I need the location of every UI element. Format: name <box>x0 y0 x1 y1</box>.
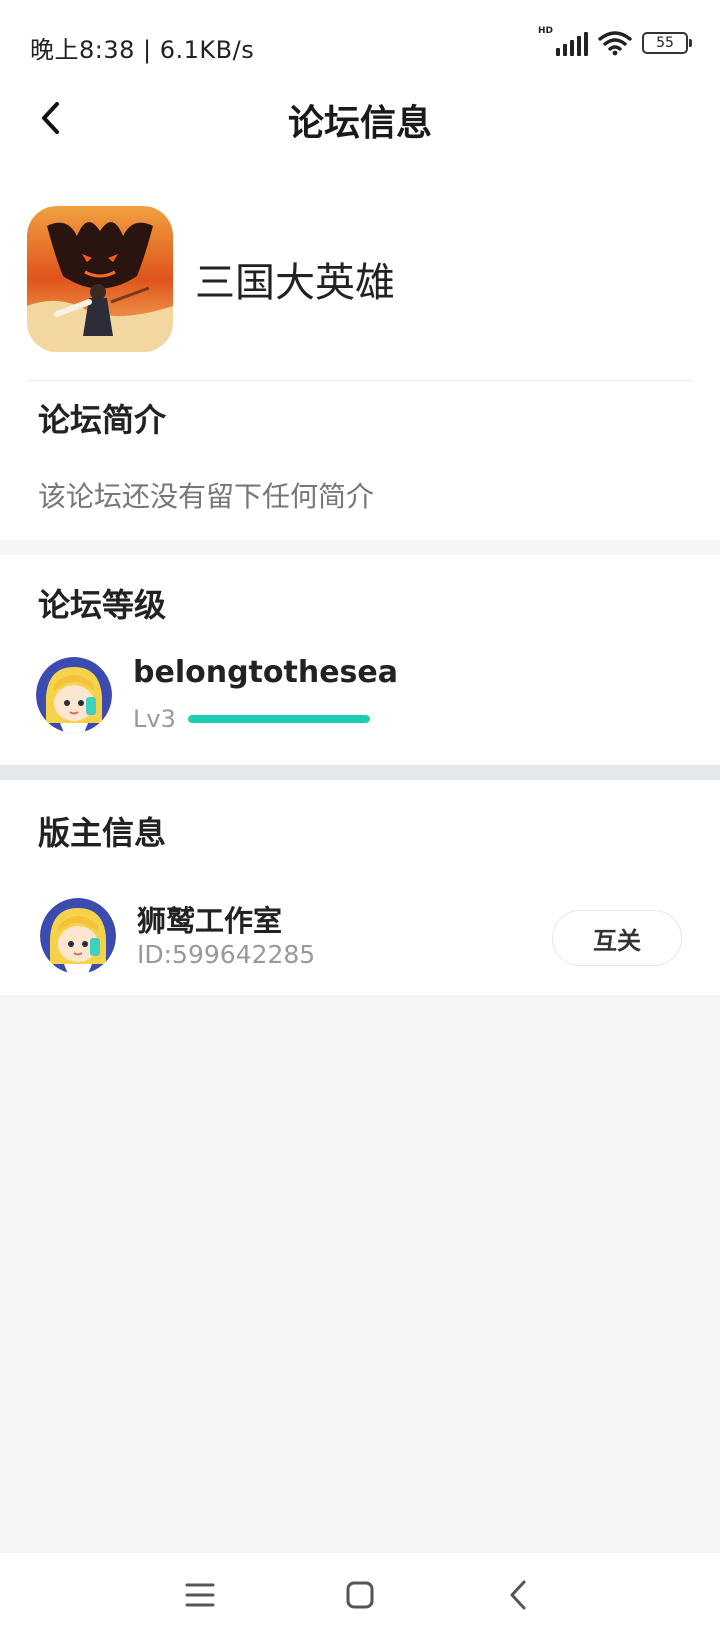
battery-icon: 55 <box>642 32 692 54</box>
menu-icon <box>185 1583 215 1607</box>
username: belongtothesea <box>133 655 398 690</box>
avatar-image <box>40 898 116 974</box>
divider <box>28 380 692 381</box>
signal-bar <box>556 48 560 56</box>
forum-name: 三国大英雄 <box>195 260 395 306</box>
section-separator <box>0 765 720 780</box>
status-bar: 晚上8:38 | 6.1KB/s HD 55 <box>0 0 720 90</box>
wifi-icon <box>598 31 632 56</box>
moderator-id: ID:599642285 <box>137 940 316 969</box>
moderator-card: 版主信息 狮鹫工作室 ID:599642285 互关 <box>0 780 720 995</box>
level-label: Lv3 <box>133 705 176 733</box>
status-icons: HD 55 <box>538 26 692 56</box>
forum-level-card: 论坛等级 belongtothesea Lv3 <box>0 555 720 765</box>
network-type-label: HD <box>538 26 554 36</box>
home-icon <box>346 1581 374 1609</box>
system-nav-bar <box>0 1553 720 1640</box>
page: 晚上8:38 | 6.1KB/s HD 55 论坛信息 三国大英雄 论坛简介 该… <box>0 0 720 1640</box>
nav-back-icon <box>510 1580 526 1610</box>
signal-bar <box>570 40 574 56</box>
mutual-follow-button[interactable]: 互关 <box>552 910 682 966</box>
nav-back-button[interactable] <box>496 1573 540 1617</box>
game-art-image <box>27 206 173 352</box>
menu-button[interactable] <box>178 1573 222 1617</box>
moderator-name[interactable]: 狮鹫工作室 <box>137 898 282 940</box>
forum-game-icon <box>27 206 173 352</box>
signal-bar <box>577 36 581 56</box>
status-time-network: 晚上8:38 | 6.1KB/s <box>30 36 255 64</box>
level-section-title: 论坛等级 <box>38 586 167 624</box>
signal-icon: HD <box>538 26 588 56</box>
intro-section-title: 论坛简介 <box>38 401 167 439</box>
avatar[interactable] <box>36 657 112 733</box>
level-progress-bar <box>188 715 370 723</box>
moderator-section-title: 版主信息 <box>38 814 167 852</box>
level-progress-fill <box>188 715 370 723</box>
forum-info-card: 三国大英雄 论坛简介 该论坛还没有留下任何简介 <box>0 150 720 540</box>
home-button[interactable] <box>338 1573 382 1617</box>
signal-bar <box>584 32 588 56</box>
moderator-avatar[interactable] <box>40 898 116 974</box>
intro-text: 该论坛还没有留下任何简介 <box>38 480 375 513</box>
signal-bar <box>563 44 567 56</box>
page-title: 论坛信息 <box>287 103 432 144</box>
avatar-image <box>36 657 112 733</box>
